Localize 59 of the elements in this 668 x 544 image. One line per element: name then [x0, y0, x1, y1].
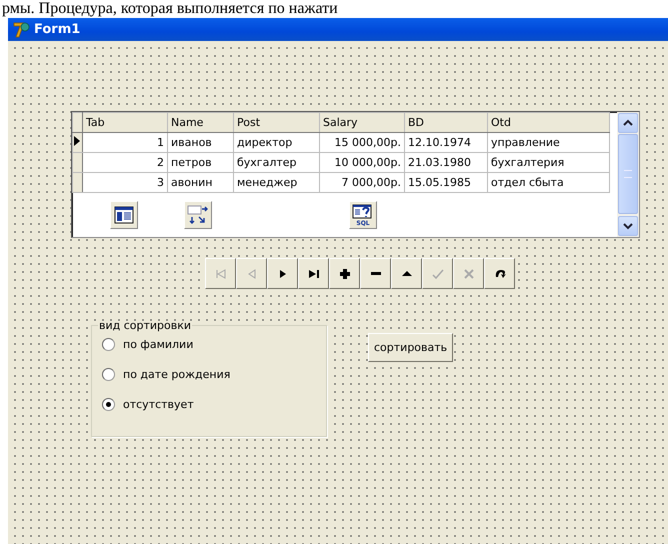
checkmark-icon: [430, 266, 444, 280]
next-button[interactable]: [267, 258, 298, 289]
column-header[interactable]: Otd: [488, 112, 610, 132]
cross-icon: [462, 266, 476, 280]
app-icon: [12, 20, 30, 38]
table-cell: 3: [82, 172, 168, 192]
table-cell: 7 000,00р.: [320, 172, 404, 192]
column-header[interactable]: Name: [168, 112, 234, 132]
table-cell: отдел сбыта: [488, 172, 610, 192]
group-title: вид сортировки: [98, 319, 192, 332]
prior-button[interactable]: [236, 258, 267, 289]
table-cell: управление: [488, 132, 610, 152]
column-header[interactable]: BD: [404, 112, 488, 132]
vertical-scrollbar[interactable]: [617, 112, 639, 237]
row-indicator[interactable]: [72, 132, 82, 152]
cancel-button[interactable]: [453, 258, 484, 289]
plus-icon: [338, 266, 352, 280]
skip-start-icon: [214, 266, 228, 280]
last-button[interactable]: [298, 258, 329, 289]
table-cell: бухгалтер: [234, 152, 320, 172]
radio-option[interactable]: по фамилии: [102, 338, 194, 351]
window-title: Form1: [34, 22, 80, 37]
column-header[interactable]: Tab: [82, 112, 168, 132]
insert-button[interactable]: [329, 258, 360, 289]
first-button[interactable]: [205, 258, 236, 289]
radio-icon[interactable]: [102, 398, 115, 411]
component-icon[interactable]: [184, 201, 212, 229]
table-cell: иванов: [168, 132, 234, 152]
table-cell: директор: [234, 132, 320, 152]
chevron-down-icon: [623, 222, 633, 230]
table-cell: 1: [82, 132, 168, 152]
radio-label: отсутствует: [123, 398, 194, 411]
radio-label: по дате рождения: [123, 368, 230, 381]
table-cell: 15.05.1985: [404, 172, 488, 192]
column-header[interactable]: Post: [234, 112, 320, 132]
chevron-up-icon: [623, 119, 633, 127]
table-cell: петров: [168, 152, 234, 172]
caption-text: рмы. Процедура, которая выполняется по нажати: [1, 0, 339, 18]
radio-icon[interactable]: [102, 338, 115, 351]
table-cell: 2: [82, 152, 168, 172]
table-cell: 15 000,00р.: [320, 132, 404, 152]
delete-button[interactable]: [360, 258, 391, 289]
radio-option[interactable]: отсутствует: [102, 398, 194, 411]
column-header[interactable]: Salary: [320, 112, 404, 132]
table-cell: 12.10.1974: [404, 132, 488, 152]
post-button[interactable]: [422, 258, 453, 289]
current-row-icon: [73, 135, 81, 147]
table-cell: менеджер: [234, 172, 320, 192]
radio-label: по фамилии: [123, 338, 194, 351]
table-cell: бухгалтерия: [488, 152, 610, 172]
table-cell: 10 000,00р.: [320, 152, 404, 172]
radio-icon[interactable]: [102, 368, 115, 381]
sort-button[interactable]: сортировать: [368, 333, 454, 362]
table-cell: авонин: [168, 172, 234, 192]
edit-button[interactable]: [391, 258, 422, 289]
component-icon[interactable]: [110, 201, 138, 229]
table-cell: 21.03.1980: [404, 152, 488, 172]
radio-option[interactable]: по дате рождения: [102, 368, 230, 381]
refresh-button[interactable]: [484, 258, 515, 289]
